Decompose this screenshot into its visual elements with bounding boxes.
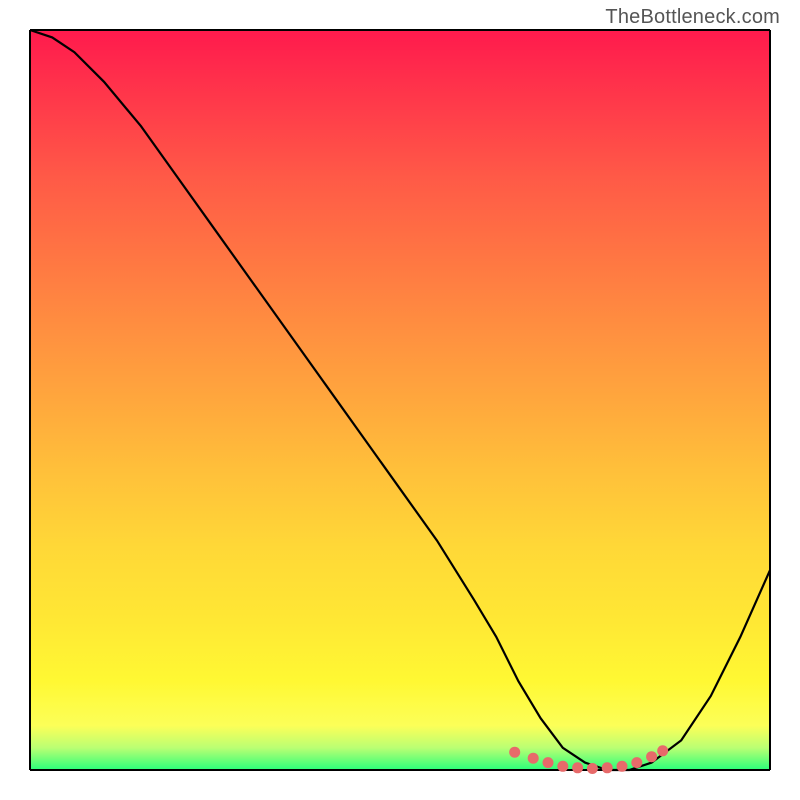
optimal-point	[543, 757, 554, 768]
optimal-point	[617, 761, 628, 772]
chart-container: TheBottleneck.com	[0, 0, 800, 800]
optimal-point	[572, 762, 583, 773]
axes-frame	[30, 30, 770, 770]
watermark-text: TheBottleneck.com	[605, 6, 780, 29]
optimal-point	[657, 745, 668, 756]
optimal-point	[587, 763, 598, 774]
optimal-point	[631, 757, 642, 768]
optimal-point	[528, 753, 539, 764]
bottleneck-curve	[30, 30, 770, 770]
chart-svg	[0, 0, 800, 800]
optimal-point	[602, 762, 613, 773]
optimal-point	[646, 751, 657, 762]
optimal-point	[557, 761, 568, 772]
optimal-point	[509, 747, 520, 758]
